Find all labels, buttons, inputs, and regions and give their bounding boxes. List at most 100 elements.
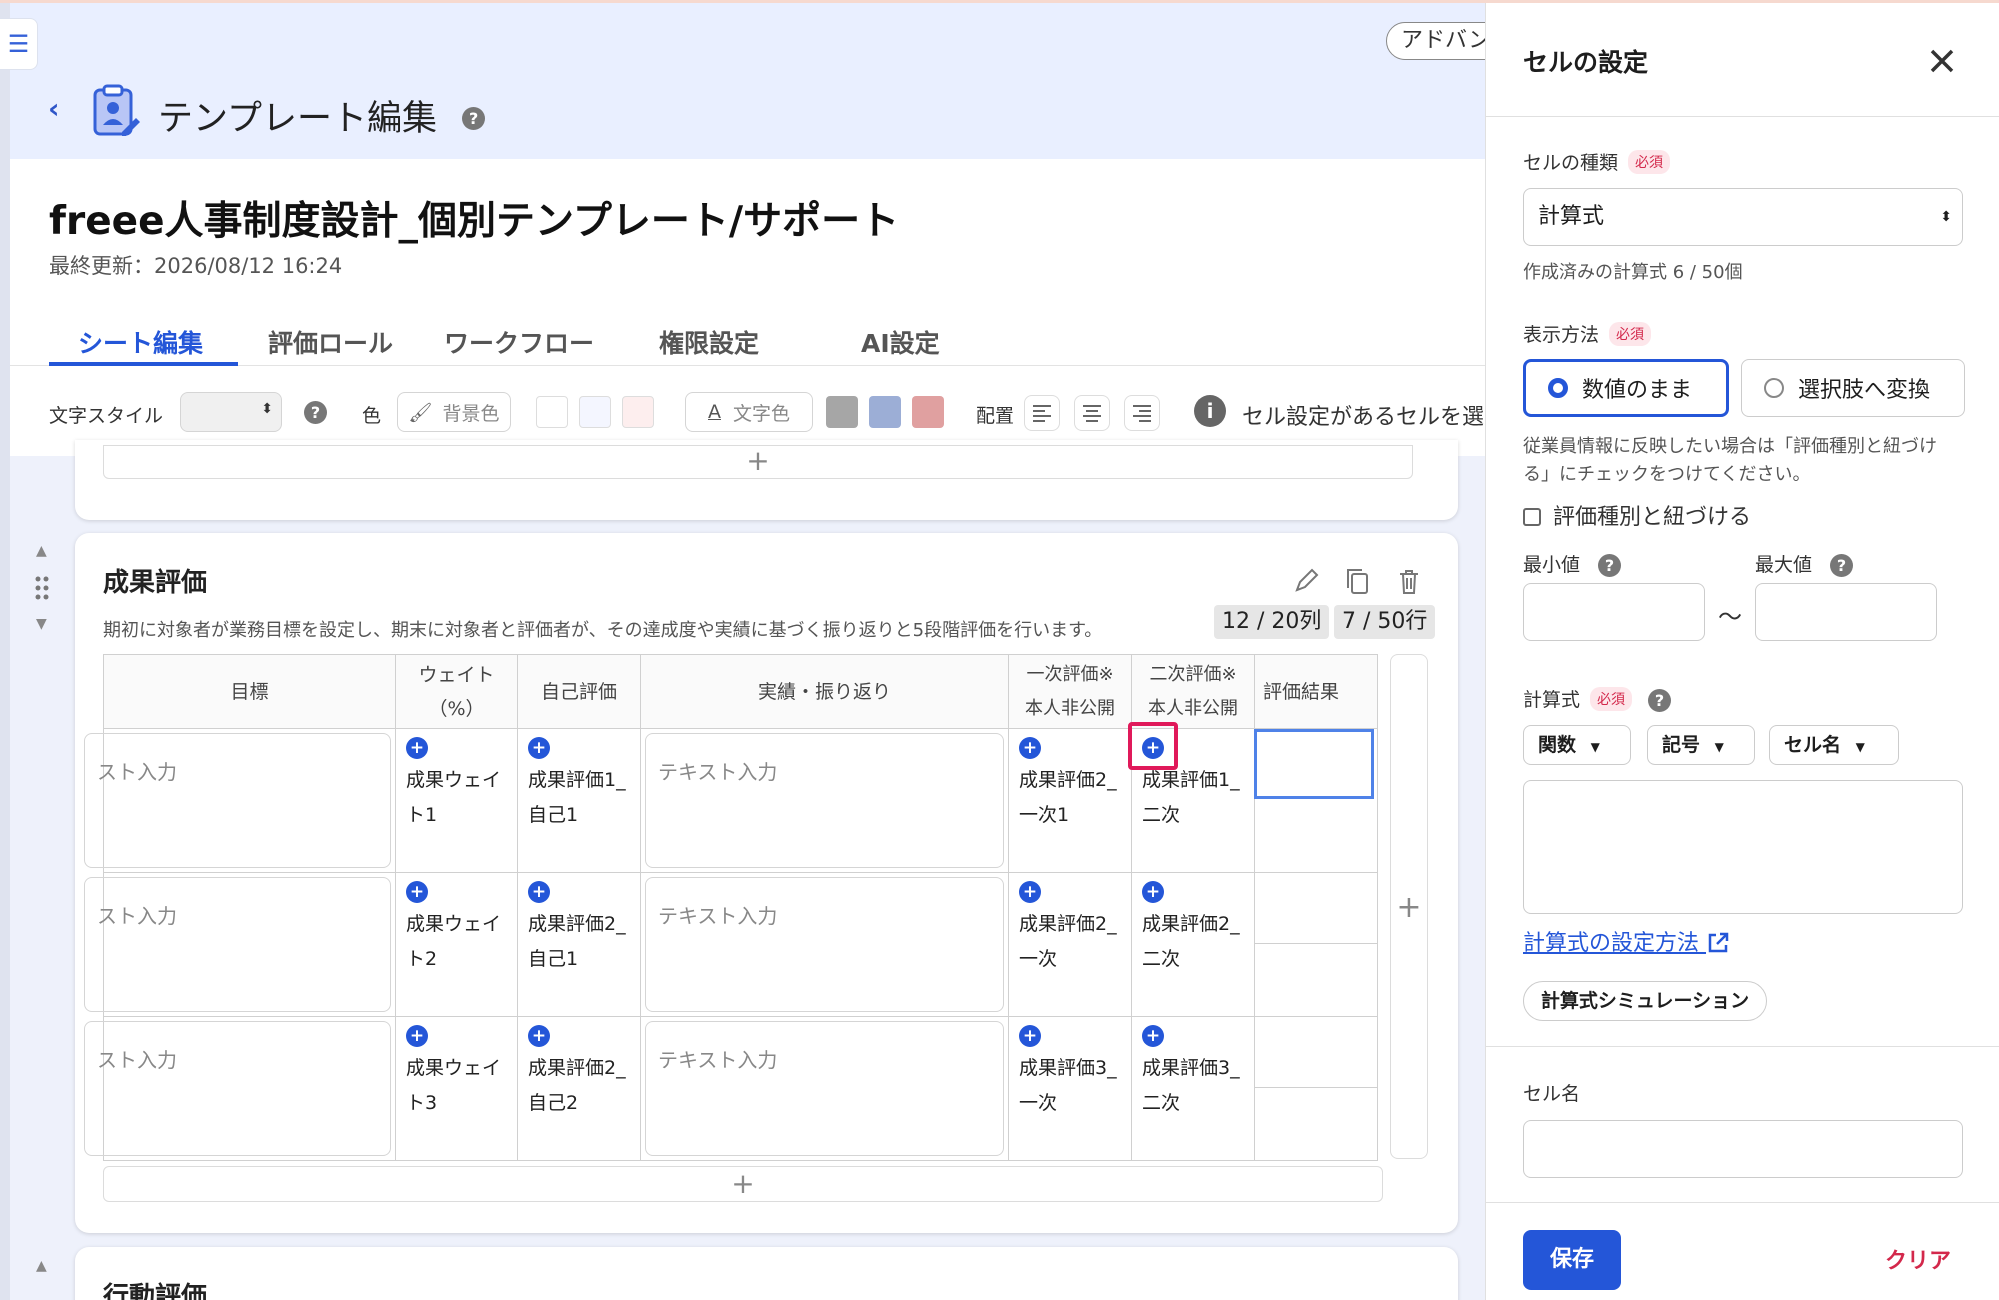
save-button[interactable]: 保存 — [1523, 1230, 1621, 1290]
align-left-icon[interactable] — [1024, 395, 1060, 431]
text-input-field[interactable]: テキスト入力 — [645, 877, 1004, 1012]
add-cell-icon[interactable]: + — [528, 1025, 550, 1047]
back-chevron-icon[interactable]: ‹ — [48, 92, 60, 125]
column-header[interactable]: ウェイト （%） — [395, 654, 518, 729]
first-eval-cell[interactable]: + 成果評価3_一次 — [1008, 1016, 1132, 1161]
text-input-field[interactable]: スト入力 — [84, 877, 391, 1012]
symbol-dropdown[interactable]: 記号 ▼ — [1647, 725, 1755, 765]
selected-result-cell[interactable] — [1254, 729, 1374, 799]
move-down-icon[interactable]: ▼ — [36, 616, 47, 632]
second-eval-cell[interactable]: + 成果評価3_二次 — [1131, 1016, 1255, 1161]
formula-simulation-button[interactable]: 計算式シミュレーション — [1523, 981, 1767, 1021]
text-color-button[interactable]: A 文字色 — [685, 392, 813, 432]
weight-cell[interactable]: + 成果ウェイト1 — [395, 728, 518, 873]
drag-handle-icon[interactable] — [34, 575, 50, 601]
add-row-button[interactable]: + — [103, 445, 1413, 479]
column-header[interactable]: 実績・振り返り — [640, 654, 1009, 729]
add-cell-icon[interactable]: + — [406, 881, 428, 903]
text-swatch-gray[interactable] — [826, 396, 858, 428]
tab-workflow[interactable]: ワークフロー — [444, 324, 594, 360]
help-icon[interactable]: ? — [1598, 554, 1622, 577]
column-count-badge: 12 / 20列 — [1214, 605, 1330, 639]
add-column-button[interactable]: + — [1390, 654, 1428, 1159]
text-input-field[interactable]: スト入力 — [84, 1021, 391, 1156]
result-cell[interactable] — [1254, 1016, 1378, 1161]
add-cell-icon[interactable]: + — [1142, 881, 1164, 903]
review-cell[interactable]: テキスト入力 — [640, 728, 1009, 873]
help-icon[interactable]: ? — [1648, 689, 1672, 712]
max-value-input[interactable] — [1755, 583, 1937, 641]
self-eval-cell[interactable]: + 成果評価2_自己2 — [517, 1016, 641, 1161]
review-cell[interactable]: テキスト入力 — [640, 872, 1009, 1017]
add-cell-icon[interactable]: + — [1019, 881, 1041, 903]
text-input-field[interactable]: テキスト入力 — [645, 733, 1004, 868]
clear-button[interactable]: クリア — [1885, 1243, 1951, 1275]
add-cell-icon[interactable]: + — [1142, 1025, 1164, 1047]
column-header[interactable]: 二次評価※ 本人非公開 — [1131, 654, 1255, 729]
copy-icon[interactable] — [1343, 566, 1371, 596]
first-eval-cell[interactable]: + 成果評価2_一次 — [1008, 872, 1132, 1017]
column-header[interactable]: 自己評価 — [517, 654, 641, 729]
edit-icon[interactable] — [1293, 568, 1319, 594]
add-cell-icon[interactable]: + — [528, 881, 550, 903]
text-swatch-red[interactable] — [912, 396, 944, 428]
trash-icon[interactable] — [1397, 568, 1421, 596]
add-cell-icon[interactable]: + — [406, 1025, 428, 1047]
help-icon[interactable]: ? — [1830, 554, 1854, 577]
text-style-select[interactable]: ⬍ — [180, 392, 282, 432]
weight-cell[interactable]: + 成果ウェイト3 — [395, 1016, 518, 1161]
add-cell-icon[interactable]: + — [528, 737, 550, 759]
column-header[interactable]: 一次評価※ 本人非公開 — [1008, 654, 1132, 729]
self-eval-cell[interactable]: + 成果評価1_自己1 — [517, 728, 641, 873]
cell-text: 成果評価2_自己1 — [528, 913, 626, 970]
text-style-help-icon[interactable]: ? — [304, 401, 327, 424]
sidebar-toggle-icon[interactable]: ☰ — [0, 18, 38, 70]
radio-selected-icon — [1548, 378, 1568, 398]
align-center-icon[interactable] — [1074, 395, 1110, 431]
last-updated: 最終更新：2026/08/12 16:24 — [49, 254, 343, 278]
cellname-dropdown[interactable]: セル名 ▼ — [1769, 725, 1899, 765]
tab-sheet-edit[interactable]: シート編集 — [78, 324, 203, 360]
first-eval-cell[interactable]: + 成果評価2_一次1 — [1008, 728, 1132, 873]
text-swatch-blue[interactable] — [869, 396, 901, 428]
link-checkbox[interactable]: 評価種別と紐づける — [1523, 499, 1751, 531]
add-row-button[interactable]: + — [103, 1166, 1383, 1202]
text-input-field[interactable]: スト入力 — [84, 733, 391, 868]
active-tab-underline — [49, 362, 238, 366]
cell-type-select[interactable]: 計算式 ⬍ — [1523, 188, 1963, 246]
radio-convert[interactable]: 選択肢へ変換 — [1741, 359, 1965, 417]
column-header[interactable]: 評価結果 — [1254, 654, 1378, 729]
min-value-input[interactable] — [1523, 583, 1705, 641]
formula-textarea[interactable] — [1523, 780, 1963, 914]
review-cell[interactable]: テキスト入力 — [640, 1016, 1009, 1161]
bg-swatch-white[interactable] — [536, 396, 568, 428]
text-input-field[interactable]: テキスト入力 — [645, 1021, 1004, 1156]
tab-ai-settings[interactable]: AI設定 — [861, 324, 940, 360]
goal-cell[interactable]: スト入力 — [84, 872, 396, 1017]
tab-permissions[interactable]: 権限設定 — [659, 324, 759, 360]
function-dropdown[interactable]: 関数 ▼ — [1523, 725, 1631, 765]
checkbox[interactable] — [1523, 508, 1541, 526]
help-icon[interactable]: ? — [462, 107, 486, 130]
tab-eval-roles[interactable]: 評価ロール — [268, 324, 393, 360]
second-eval-cell[interactable]: + 成果評価2_二次 — [1131, 872, 1255, 1017]
close-icon[interactable] — [1922, 41, 1962, 81]
add-cell-icon[interactable]: + — [1019, 1025, 1041, 1047]
self-eval-cell[interactable]: + 成果評価2_自己1 — [517, 872, 641, 1017]
radio-as-is[interactable]: 数値のまま — [1523, 359, 1729, 417]
formula-help-link[interactable]: 計算式の設定方法 — [1523, 925, 1730, 957]
bg-swatch-pink[interactable] — [622, 396, 654, 428]
goal-cell[interactable]: スト入力 — [84, 728, 396, 873]
bg-swatch-blue[interactable] — [579, 396, 611, 428]
add-cell-icon[interactable]: + — [406, 737, 428, 759]
result-cell[interactable] — [1254, 872, 1378, 1017]
cell-name-input[interactable] — [1523, 1120, 1963, 1178]
add-cell-icon[interactable]: + — [1019, 737, 1041, 759]
align-right-icon[interactable] — [1124, 395, 1160, 431]
goal-cell[interactable]: スト入力 — [84, 1016, 396, 1161]
move-up-icon[interactable]: ▲ — [36, 1258, 47, 1274]
column-header[interactable]: 目標 — [103, 654, 396, 729]
move-up-icon[interactable]: ▲ — [36, 543, 47, 559]
weight-cell[interactable]: + 成果ウェイト2 — [395, 872, 518, 1017]
bg-color-button[interactable]: 🖌 背景色 — [397, 392, 511, 432]
